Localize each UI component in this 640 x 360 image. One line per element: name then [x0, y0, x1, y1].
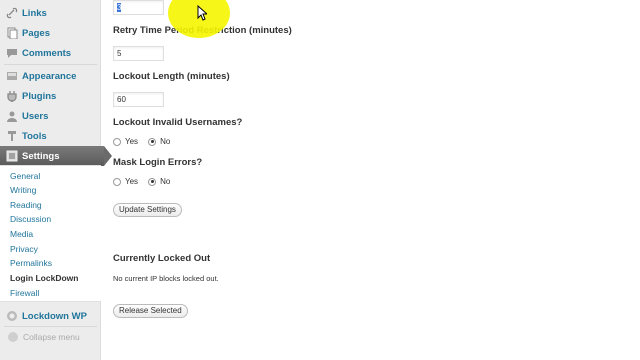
sidebar-item-settings[interactable]: Settings — [0, 146, 112, 166]
submenu-item-privacy[interactable]: Privacy — [10, 242, 38, 256]
submenu-item-permalinks[interactable]: Permalinks — [10, 256, 52, 270]
sidebar-item-label: Appearance — [22, 70, 77, 82]
mask-errors-no-radio[interactable] — [148, 177, 157, 186]
collapse-icon — [8, 332, 18, 342]
lockout-invalid-usernames-label: Lockout Invalid Usernames? — [113, 117, 243, 128]
admin-sidebar: Links Pages Comments Appearance Plugins … — [0, 0, 112, 360]
tools-icon — [8, 131, 16, 141]
appearance-icon — [7, 72, 17, 80]
submenu-item-discussion[interactable]: Discussion — [10, 212, 51, 226]
input-value: 60 — [117, 95, 126, 104]
sidebar-item-appearance[interactable]: Appearance — [0, 66, 101, 86]
lockout-length-input[interactable]: 60 — [113, 92, 164, 107]
comments-icon — [7, 49, 17, 58]
lockout-attempts-input[interactable]: 3 — [113, 0, 164, 15]
settings-submenu: General Writing Reading Discussion Media… — [0, 165, 101, 302]
locked-out-message: No current IP blocks locked out. — [113, 274, 219, 283]
release-selected-button[interactable]: Release Selected — [113, 304, 188, 318]
no-label: No — [160, 137, 171, 146]
menu-separator — [4, 326, 97, 327]
sidebar-item-label: Settings — [22, 150, 60, 162]
sidebar-item-plugins[interactable]: Plugins — [0, 86, 101, 106]
submenu-item-media[interactable]: Media — [10, 227, 33, 241]
sidebar-item-label: Users — [22, 110, 49, 122]
sidebar-item-label: Tools — [22, 130, 47, 142]
sidebar-item-label: Links — [22, 7, 47, 19]
lockout-invalid-usernames-options: Yes No — [113, 137, 180, 146]
sidebar-item-label: Lockdown WP — [22, 310, 87, 322]
collapse-menu-label: Collapse menu — [23, 332, 80, 342]
locked-out-heading: Currently Locked Out — [113, 253, 211, 264]
collapse-menu-button[interactable]: Collapse menu — [8, 332, 80, 342]
yes-label: Yes — [125, 177, 139, 186]
submenu-item-firewall[interactable]: Firewall — [10, 286, 39, 300]
invalid-usernames-yes-radio[interactable] — [113, 137, 121, 146]
invalid-usernames-no-radio[interactable] — [148, 137, 157, 146]
sidebar-item-comments[interactable]: Comments — [0, 43, 101, 63]
submenu-item-login-lockdown[interactable]: Login LockDown — [10, 271, 78, 285]
sidebar-item-lockdown-wp[interactable]: Lockdown WP — [0, 306, 101, 326]
submenu-item-general[interactable]: General — [10, 169, 40, 183]
menu-separator — [4, 64, 97, 65]
sidebar-item-tools[interactable]: Tools — [0, 126, 101, 146]
sidebar-item-label: Pages — [22, 27, 50, 39]
links-icon — [6, 7, 18, 19]
no-label: No — [160, 177, 171, 186]
mask-login-errors-label: Mask Login Errors? — [113, 157, 203, 168]
plugins-icon — [7, 91, 17, 102]
submenu-item-reading[interactable]: Reading — [10, 198, 42, 212]
submenu-item-writing[interactable]: Writing — [10, 183, 36, 197]
mask-login-errors-options: Yes No — [113, 177, 180, 186]
sidebar-item-label: Plugins — [22, 90, 57, 102]
lockdown-icon — [7, 311, 17, 321]
input-value: 5 — [117, 49, 122, 58]
mask-errors-yes-radio[interactable] — [113, 177, 121, 186]
users-icon — [7, 111, 17, 122]
sidebar-item-users[interactable]: Users — [0, 106, 101, 126]
update-settings-button[interactable]: Update Settings — [113, 203, 182, 217]
pages-icon — [7, 27, 18, 39]
sidebar-item-label: Comments — [22, 47, 72, 59]
settings-form: 3 Retry Time Period Restriction (minutes… — [113, 0, 633, 360]
yes-label: Yes — [125, 137, 139, 146]
settings-icon — [6, 150, 18, 162]
mouse-cursor-icon — [197, 5, 207, 21]
retry-period-input[interactable]: 5 — [113, 46, 164, 61]
lockout-length-label: Lockout Length (minutes) — [113, 71, 230, 82]
sidebar-item-pages[interactable]: Pages — [0, 23, 101, 43]
sidebar-item-links[interactable]: Links — [0, 3, 101, 23]
input-value: 3 — [117, 3, 122, 12]
